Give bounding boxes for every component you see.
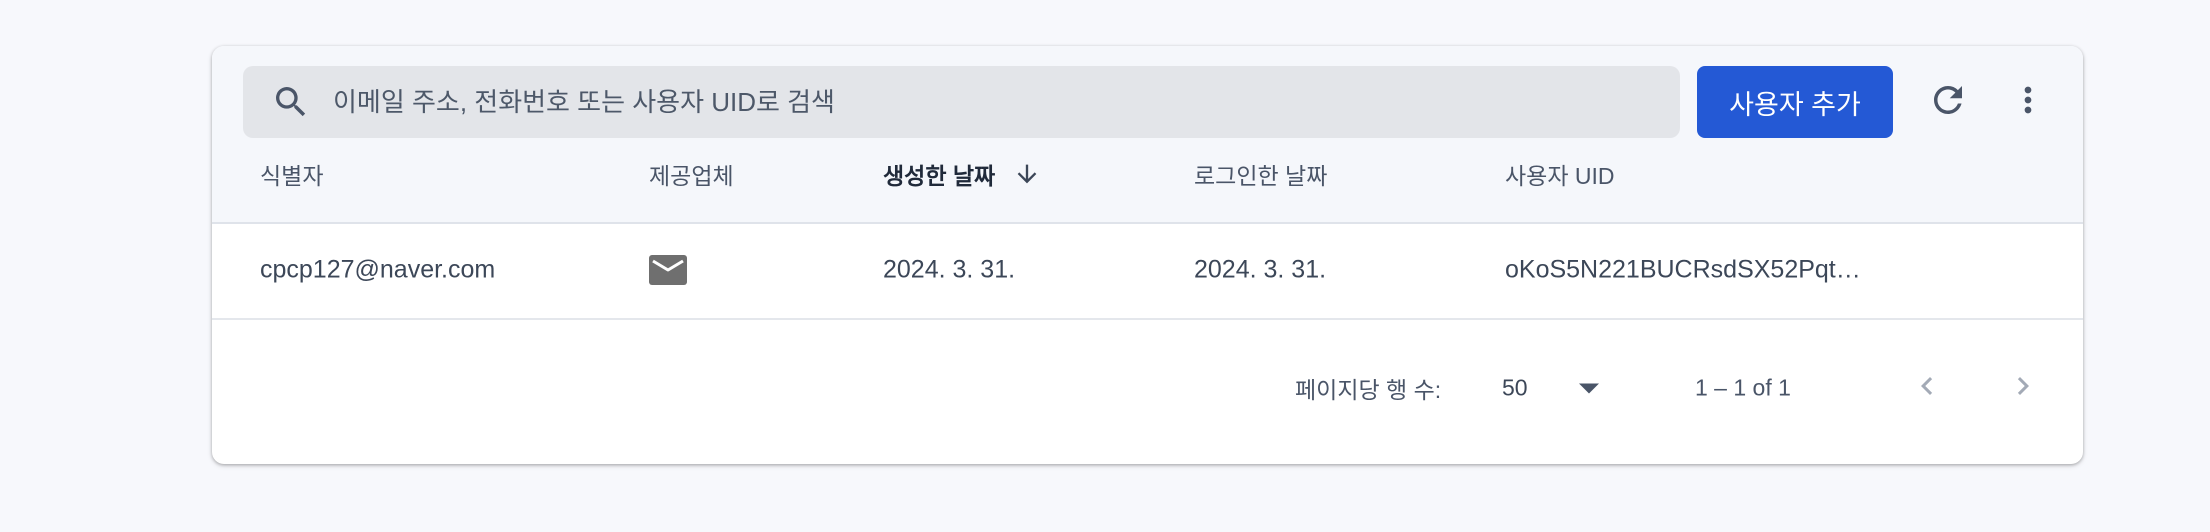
- cell-signed-in-date: 2024. 3. 31.: [1194, 255, 1327, 284]
- pagination-range: 1 – 1 of 1: [1695, 374, 1791, 401]
- pagination-bar: 페이지당 행 수: 50 1 – 1 of 1: [212, 320, 2083, 464]
- more-options-button[interactable]: [2000, 74, 2056, 130]
- sort-descending-icon: [1013, 160, 1041, 188]
- next-page-button[interactable]: [1999, 364, 2047, 412]
- cell-user-uid[interactable]: oKoS5N221BUCRsdSX52PqtX…: [1505, 256, 1875, 285]
- previous-page-button[interactable]: [1903, 364, 1951, 412]
- cell-created-date: 2024. 3. 31.: [883, 255, 1016, 284]
- column-header-signed-in[interactable]: 로그인한 날짜: [1194, 157, 1327, 191]
- table-row[interactable]: cpcp127@naver.com 2024. 3. 31. 2024. 3. …: [212, 222, 2083, 320]
- column-header-created-label: 생성한 날짜: [883, 163, 996, 189]
- column-header-uid[interactable]: 사용자 UID: [1505, 157, 1614, 191]
- column-header-provider[interactable]: 제공업체: [649, 157, 734, 191]
- dropdown-arrow-icon: [1578, 381, 1600, 395]
- more-vert-icon: [2008, 80, 2048, 125]
- table-header-area: 사용자 추가 식별자 제공업체 생성한 날짜: [212, 46, 2083, 224]
- refresh-icon: [1927, 79, 1969, 126]
- rows-per-page-value: 50: [1502, 374, 1528, 401]
- chevron-left-icon: [1909, 368, 1945, 409]
- search-input[interactable]: [331, 85, 1635, 119]
- refresh-button[interactable]: [1920, 74, 1976, 130]
- search-bar[interactable]: [243, 66, 1680, 138]
- cell-identifier: cpcp127@naver.com: [260, 255, 496, 284]
- users-table-card: 사용자 추가 식별자 제공업체 생성한 날짜: [212, 46, 2083, 464]
- chevron-right-icon: [2005, 368, 2041, 409]
- column-header-created[interactable]: 생성한 날짜: [883, 157, 1041, 191]
- search-icon: [271, 82, 311, 122]
- rows-per-page-select[interactable]: 50: [1502, 375, 1600, 402]
- add-user-button[interactable]: 사용자 추가: [1697, 66, 1893, 138]
- email-icon: [649, 255, 687, 285]
- rows-per-page-label: 페이지당 행 수:: [1295, 377, 1442, 403]
- column-header-identifier[interactable]: 식별자: [260, 157, 323, 191]
